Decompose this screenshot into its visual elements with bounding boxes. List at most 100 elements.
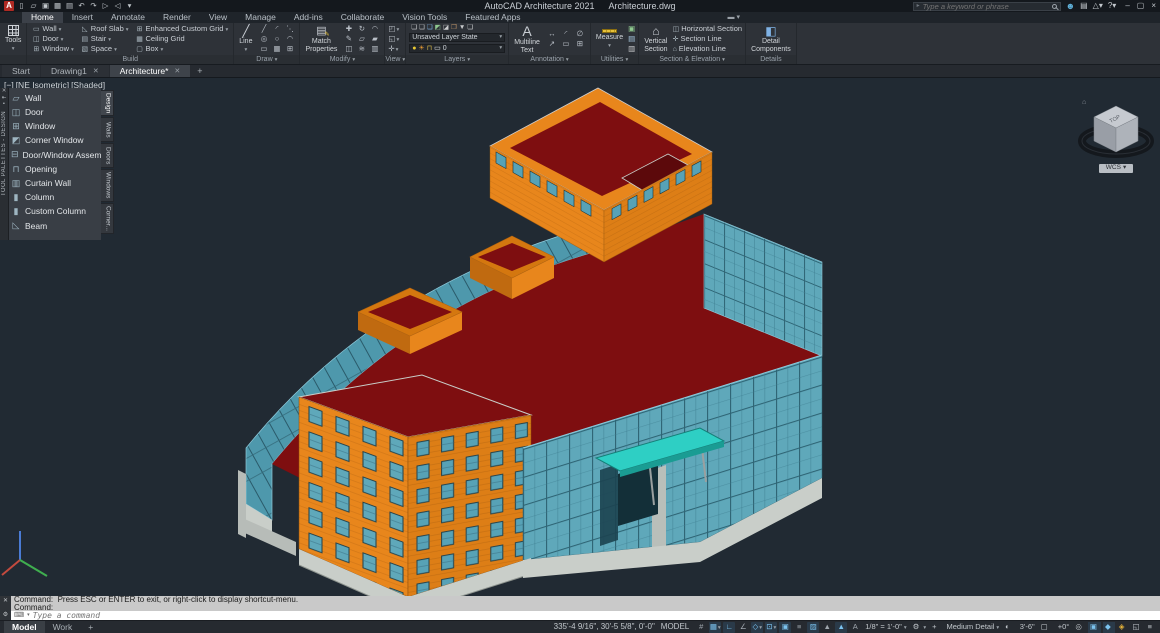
annotation-mini-icon[interactable]: ▭ bbox=[559, 39, 573, 49]
palette-tool[interactable]: ▮Column bbox=[11, 190, 99, 204]
modify-mini-icon[interactable]: ◫ bbox=[342, 44, 355, 54]
draw-mini-icon[interactable]: ◎ bbox=[257, 34, 270, 44]
annotation-mini-icon[interactable]: ∅ bbox=[573, 29, 587, 39]
tools-button[interactable]: Tools bbox=[3, 24, 23, 54]
panel-label-utilities[interactable]: Utilities bbox=[591, 55, 638, 64]
osnap-3d-icon[interactable]: ▣ bbox=[779, 622, 791, 633]
layout-tab[interactable]: + bbox=[80, 621, 101, 633]
plot-icon[interactable]: ▤ bbox=[64, 2, 75, 10]
modify-mini-icon[interactable]: ✚ bbox=[342, 24, 355, 34]
viewcube[interactable]: ⌂ TOP WCS▾ bbox=[1078, 94, 1154, 173]
ribbon-tab[interactable]: Home bbox=[22, 12, 63, 23]
clean-screen-icon[interactable]: ◱ bbox=[1131, 622, 1144, 633]
rotation-chip[interactable]: +0° bbox=[1054, 622, 1072, 633]
palette-tab[interactable]: Corner... bbox=[101, 203, 114, 234]
section-box-icon[interactable]: ▢ bbox=[1039, 622, 1052, 633]
layer-tool-icon[interactable]: ❏ bbox=[419, 25, 425, 32]
ribbon-tab[interactable]: Vision Tools bbox=[393, 12, 456, 23]
palette-tool[interactable]: ⊟Door/Window Assembly bbox=[11, 148, 99, 162]
build-item[interactable]: ▤Stair bbox=[79, 34, 131, 44]
search-icon[interactable] bbox=[1052, 4, 1057, 9]
utility-mini-icon[interactable]: ▤ bbox=[628, 35, 635, 43]
palette-close-icon[interactable]: ✕ bbox=[2, 89, 7, 95]
palette-tool[interactable]: ▮Custom Column bbox=[11, 205, 99, 219]
draw-mini-icon[interactable]: ⊞ bbox=[283, 44, 296, 54]
ribbon-tab[interactable]: Manage bbox=[236, 12, 285, 23]
search-box[interactable]: ▸ bbox=[913, 2, 1061, 11]
open-from-web-icon[interactable]: ▷ bbox=[100, 2, 111, 10]
ribbon-tab[interactable]: Add-ins bbox=[285, 12, 332, 23]
layout-tab[interactable]: Work bbox=[45, 621, 81, 633]
redo-icon[interactable]: ↷ bbox=[88, 2, 99, 10]
sign-in-icon[interactable]: ☻ bbox=[1066, 2, 1075, 11]
cut-plane-icon[interactable]: ◐ bbox=[1003, 622, 1014, 633]
build-item[interactable]: ▢Box bbox=[134, 44, 231, 54]
new-tab-button[interactable]: + bbox=[191, 65, 208, 77]
annotation-autoscale-icon[interactable]: ▲ bbox=[835, 622, 847, 633]
line-button[interactable]: ╱Line bbox=[237, 24, 254, 54]
match-properties-button[interactable]: ▤✎MatchProperties bbox=[303, 24, 339, 54]
annotation-mini-icon[interactable]: ⊞ bbox=[573, 39, 587, 49]
ortho-icon[interactable]: ∟ bbox=[723, 622, 735, 633]
palette-tool[interactable]: ⊓Opening bbox=[11, 162, 99, 176]
customization-icon[interactable]: ≡ bbox=[1146, 622, 1156, 633]
measure-button[interactable]: Measure bbox=[594, 24, 625, 54]
view-mini-icon[interactable]: ✛ bbox=[388, 45, 399, 54]
draw-mini-icon[interactable]: ○ bbox=[270, 34, 283, 44]
autodesk-app-icon[interactable]: ◈ bbox=[1117, 622, 1129, 633]
annotation-mini-icon[interactable]: ↗ bbox=[545, 39, 559, 49]
command-close-icon[interactable]: ✕ bbox=[3, 598, 8, 604]
close-tab-icon[interactable]: ✕ bbox=[93, 68, 99, 75]
panel-label-build[interactable]: Build bbox=[27, 55, 233, 64]
modify-mini-icon[interactable]: ▥ bbox=[368, 44, 381, 54]
lineweight-icon[interactable]: ≡ bbox=[793, 622, 805, 633]
annotation-visibility-icon[interactable]: ▲ bbox=[821, 622, 833, 633]
isolate-objects-icon[interactable]: ◎ bbox=[1073, 622, 1086, 633]
minimize-button[interactable]: – bbox=[1125, 2, 1129, 10]
layer-tool-icon[interactable]: ❏ bbox=[427, 25, 433, 32]
annotation-scale-icon[interactable]: A bbox=[849, 622, 861, 633]
section-item[interactable]: ◫Horizontal Section bbox=[673, 24, 743, 34]
annotation-add-scales-icon[interactable]: + bbox=[930, 622, 940, 633]
model-space-button[interactable]: MODEL bbox=[657, 623, 693, 631]
command-recent-icon[interactable]: ▾ bbox=[27, 613, 30, 618]
search-input[interactable] bbox=[923, 2, 1049, 11]
layer-tool-icon[interactable]: ◩ bbox=[435, 25, 441, 32]
file-tab[interactable]: Architecture*✕ bbox=[110, 65, 191, 77]
build-item[interactable]: ⊞Window bbox=[30, 44, 75, 54]
layer-dropdown[interactable]: ●☀⊓▭0▾ bbox=[409, 44, 505, 53]
wcs-dropdown[interactable]: WCS▾ bbox=[1099, 164, 1133, 173]
annotation-mini-icon[interactable]: ◜ bbox=[559, 29, 573, 39]
layer-tool-icon[interactable]: ❐ bbox=[451, 25, 457, 32]
palette-tool[interactable]: ⊞Window bbox=[11, 119, 99, 133]
layer-tool-icon[interactable]: ◪ bbox=[443, 25, 449, 32]
transparency-icon[interactable]: ▨ bbox=[807, 622, 819, 633]
save-as-icon[interactable]: ▦ bbox=[52, 2, 63, 10]
multiline-text-button[interactable]: AMultilineText bbox=[512, 24, 542, 54]
draw-mini-icon[interactable]: ⋱ bbox=[283, 24, 296, 34]
snap-icon[interactable]: ▦ bbox=[709, 622, 721, 633]
detail-level-chip[interactable]: Medium Detail bbox=[942, 622, 1001, 633]
new-file-icon[interactable]: ▯ bbox=[16, 2, 27, 10]
modify-mini-icon[interactable]: ✎ bbox=[342, 34, 355, 44]
workspace-gear-icon[interactable]: ⚙ bbox=[911, 622, 929, 633]
modify-mini-icon[interactable]: ▰ bbox=[368, 34, 381, 44]
grid-icon[interactable]: # bbox=[695, 622, 707, 633]
build-item[interactable]: ▭Wall bbox=[30, 24, 75, 34]
modify-mini-icon[interactable]: ▱ bbox=[355, 34, 368, 44]
panel-label-section[interactable]: Section & Elevation bbox=[639, 55, 745, 64]
palette-tab[interactable]: Doors bbox=[101, 143, 114, 168]
ribbon-display-toggle[interactable]: ▬▾ bbox=[727, 12, 740, 23]
utility-mini-icon[interactable]: ▣ bbox=[628, 25, 635, 33]
isodraft-icon[interactable]: ◇ bbox=[751, 622, 763, 633]
close-tab-icon[interactable]: ✕ bbox=[174, 68, 180, 75]
panel-label-modify[interactable]: Modify bbox=[300, 55, 384, 64]
modify-mini-icon[interactable]: ↻ bbox=[355, 24, 368, 34]
autodesk-account-icon[interactable]: △▾ bbox=[1093, 2, 1103, 10]
ribbon-tab[interactable]: View bbox=[200, 12, 236, 23]
command-line[interactable]: ⌨ ▾ bbox=[0, 611, 1160, 620]
build-item[interactable]: ▧Space bbox=[79, 44, 131, 54]
ribbon-tab[interactable]: Collaborate bbox=[332, 12, 393, 23]
build-item[interactable]: ◫Door bbox=[30, 34, 75, 44]
graphics-perf-icon[interactable]: ◆ bbox=[1103, 622, 1115, 633]
